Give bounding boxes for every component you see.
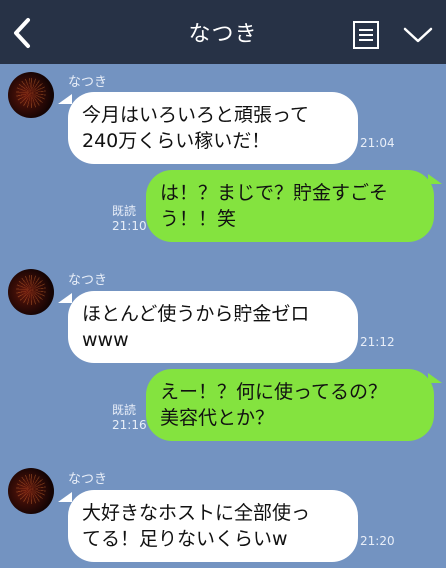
message-time: 21:04	[360, 136, 395, 150]
message-row: なつき 今月はいろいろと頑張って 240万くらい稼いだ！ 21:04	[0, 64, 446, 164]
read-label: 既読	[112, 204, 137, 218]
avatar[interactable]	[8, 72, 54, 118]
read-label: 既読	[112, 403, 137, 417]
more-button[interactable]	[402, 24, 434, 46]
menu-button[interactable]	[352, 20, 380, 50]
bubble-tail	[58, 293, 72, 303]
bubble-tail	[58, 94, 72, 104]
message-time: 21:12	[360, 335, 395, 349]
message-row: なつき 大好きなホストに全部使っ てる！足りないくらいw 21:20	[0, 462, 446, 568]
bubble-tail	[428, 174, 442, 184]
read-receipt: 既読 21:10	[112, 204, 147, 234]
message-row: 既読 21:16 えー！？何に使ってるの？ 美容代とか？	[0, 363, 446, 443]
message-bubble[interactable]: ほとんど使うから貯金ゼロ www	[68, 291, 358, 363]
chat-header: なつき	[0, 0, 446, 64]
sender-name: なつき	[68, 472, 108, 487]
message-time: 21:10	[112, 219, 147, 233]
message-row: 既読 21:10 は！？まじで？貯金すごそ う！！笑	[0, 164, 446, 244]
message-bubble[interactable]: は！？まじで？貯金すごそ う！！笑	[146, 170, 434, 242]
bubble-tail	[428, 373, 442, 383]
message-time: 21:16	[112, 418, 147, 432]
avatar[interactable]	[8, 468, 54, 514]
message-row: なつき ほとんど使うから貯金ゼロ www 21:12	[0, 263, 446, 363]
chevron-down-icon	[403, 27, 433, 43]
message-time: 21:20	[360, 534, 395, 548]
sender-name: なつき	[68, 75, 108, 90]
bubble-tail	[58, 492, 72, 502]
sender-name: なつき	[68, 273, 108, 288]
avatar[interactable]	[8, 269, 54, 315]
message-bubble[interactable]: えー！？何に使ってるの？ 美容代とか？	[146, 369, 434, 441]
list-icon	[353, 21, 379, 49]
message-bubble[interactable]: 大好きなホストに全部使っ てる！足りないくらいw	[68, 490, 358, 562]
read-receipt: 既読 21:16	[112, 403, 147, 433]
message-bubble[interactable]: 今月はいろいろと頑張って 240万くらい稼いだ！	[68, 92, 358, 164]
